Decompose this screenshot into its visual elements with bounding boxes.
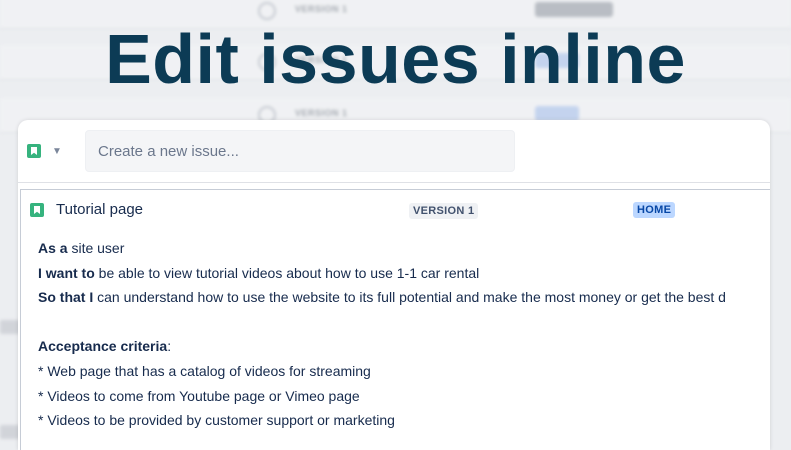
background-lozenge [535, 2, 613, 17]
story-icon [30, 203, 44, 217]
issue-description[interactable]: As a site user I want to be able to view… [38, 240, 770, 437]
issue-header[interactable]: Tutorial page VERSION 1 HOME [21, 190, 770, 224]
criteria-colon: : [167, 338, 172, 355]
i-want-label: I want to [38, 264, 95, 281]
chevron-down-icon: ▼ [52, 146, 62, 157]
criteria-item: * Videos to come from Youtube page or Vi… [38, 387, 360, 404]
description-line: I want to be able to view tutorial video… [38, 265, 770, 290]
so-that-label: So that I [38, 289, 94, 306]
description-line: As a site user [38, 240, 770, 265]
status-circle-icon [258, 2, 276, 20]
criteria-label: Acceptance criteria [38, 338, 168, 355]
headline: Edit issues inline [105, 20, 686, 98]
so-that-text: can understand how to use the website to… [93, 289, 726, 306]
i-want-text: be able to view tutorial videos about ho… [94, 264, 480, 281]
as-a-label: As a [38, 240, 68, 256]
create-issue-row: ▼ [18, 120, 770, 183]
criteria-item: * Web page that has a catalog of videos … [38, 362, 371, 379]
create-issue-input[interactable] [85, 130, 515, 172]
description-line: So that I can understand how to use the … [38, 289, 770, 314]
background-version: VERSION 1 [295, 4, 348, 14]
fix-version-lozenge[interactable]: VERSION 1 [409, 203, 479, 219]
story-icon [27, 144, 41, 158]
issue-title[interactable]: Tutorial page [56, 201, 143, 218]
criteria-item: * Videos to be provided by customer supp… [38, 412, 395, 429]
background-version: VERSION 1 [295, 108, 348, 118]
issue-card: ▼ Tutorial page VERSION 1 HOME As a site… [18, 120, 770, 450]
issue-type-picker[interactable]: ▼ [27, 142, 67, 162]
background-lozenge [535, 106, 579, 121]
description-line: Acceptance criteria: [38, 338, 770, 363]
epic-lozenge[interactable]: HOME [633, 202, 676, 218]
issue-detail[interactable]: Tutorial page VERSION 1 HOME As a site u… [20, 189, 770, 450]
as-a-text: site user [67, 240, 125, 256]
